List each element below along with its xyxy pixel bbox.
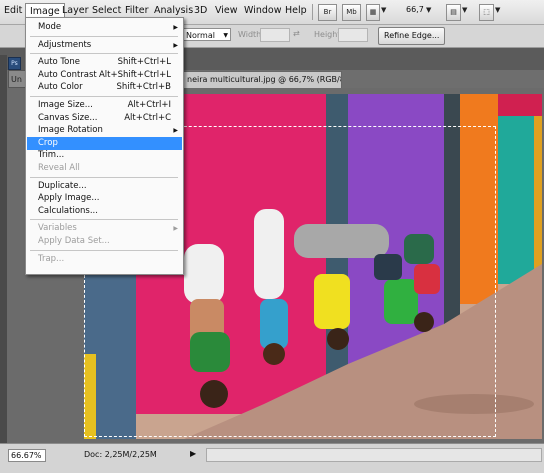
- menu-separator: [30, 219, 178, 221]
- image-menu-dropdown: Mode ▶ Adjustments ▶ Auto Tone Shift+Ctrl+L Au…: [25, 17, 184, 275]
- menu-item-shortcut: Shift+Ctrl+L: [117, 57, 171, 68]
- menu-item-apply-image[interactable]: Apply Image...: [27, 192, 182, 205]
- menu-item-label: Auto Color: [38, 82, 83, 93]
- menu-view[interactable]: View: [215, 5, 238, 16]
- menu-item-label: Trim...: [38, 150, 65, 161]
- menu-item-mode[interactable]: Mode ▶: [27, 21, 182, 34]
- menu-item-label: Image Size...: [38, 100, 93, 110]
- menu-item-auto-tone[interactable]: Auto Tone Shift+Ctrl+L: [27, 56, 182, 69]
- dropdown-arrow-icon[interactable]: ▼: [426, 6, 431, 14]
- menu-item-variables: Variables ▶: [27, 222, 182, 235]
- height-field[interactable]: [338, 28, 368, 42]
- document-size-info: Doc: 2,25M/2,25M: [84, 450, 157, 459]
- screen-mode-icon: ⬚: [483, 8, 490, 16]
- submenu-arrow-icon: ▶: [173, 24, 178, 31]
- screen-mode-button[interactable]: ⬚: [479, 4, 494, 21]
- layout-icon: ▤: [450, 8, 457, 16]
- menu-item-image-rotation[interactable]: Image Rotation ▶: [27, 124, 182, 137]
- dropdown-arrow-icon[interactable]: ▼: [495, 6, 500, 14]
- zoom-level[interactable]: 66,7: [406, 5, 424, 14]
- menu-item-auto-color[interactable]: Auto Color Shift+Ctrl+B: [27, 81, 182, 94]
- tools-panel: [0, 55, 7, 447]
- arrange-documents-button[interactable]: ▤: [446, 4, 461, 21]
- menu-item-label: Trap...: [38, 253, 65, 264]
- menu-item-label: Canvas Size...: [38, 112, 98, 123]
- menu-item-image-size[interactable]: Image Size... Alt+Ctrl+I: [27, 99, 182, 112]
- menu-help[interactable]: Help: [285, 5, 307, 16]
- menu-item-label: Apply Image...: [38, 193, 100, 204]
- document-tab-active[interactable]: neira multicultural.jpg @ 66,7% (RGB/8#)…: [182, 71, 342, 88]
- menu-separator: [30, 176, 178, 178]
- menu-item-label: Duplicate...: [38, 180, 87, 191]
- status-menu-arrow-icon[interactable]: ▶: [190, 449, 196, 458]
- mini-bridge-button[interactable]: Mb: [342, 4, 361, 21]
- grid-icon: ▦: [369, 8, 377, 16]
- menu-item-shortcut: Alt+Ctrl+C: [124, 112, 171, 123]
- dropdown-arrow-icon[interactable]: ▼: [462, 6, 467, 14]
- view-extras-button[interactable]: ▦: [366, 4, 380, 21]
- submenu-arrow-icon: ▶: [173, 41, 178, 49]
- document-tab-title: neira multicultural.jpg @ 66,7% (RGB/8#)…: [187, 75, 341, 84]
- menu-item-shortcut: Shift+Ctrl+B: [116, 82, 171, 93]
- refine-edge-button[interactable]: Refine Edge...: [378, 27, 446, 45]
- menu-separator: [30, 249, 178, 251]
- menu-separator: [30, 96, 178, 97]
- menu-item-label: Reveal All: [38, 163, 80, 173]
- menu-item-shortcut: Alt+Shift+Ctrl+L: [98, 69, 171, 80]
- status-bar: 66.67% Doc: 2,25M/2,25M ▶: [0, 443, 544, 473]
- style-select[interactable]: Normal ▼: [181, 28, 231, 41]
- dropdown-arrow-icon: ▼: [223, 32, 228, 39]
- photoshop-icon: Ps: [8, 57, 21, 70]
- style-select-value: Normal: [186, 31, 215, 40]
- swap-icon[interactable]: ⇄: [293, 29, 300, 38]
- menu-item-label: Auto Tone: [38, 57, 81, 68]
- menu-select[interactable]: Select: [92, 5, 121, 16]
- width-field[interactable]: [260, 28, 290, 42]
- menu-item-duplicate[interactable]: Duplicate...: [27, 180, 182, 193]
- menu-item-adjustments[interactable]: Adjustments ▶: [27, 39, 182, 52]
- status-zoom-field[interactable]: 66.67%: [8, 449, 46, 462]
- menu-separator: [30, 53, 178, 55]
- menu-item-label: Variables: [38, 223, 77, 234]
- menu-item-label: Adjustments: [38, 39, 92, 50]
- menu-item-trap: Trap...: [27, 253, 182, 266]
- menu-item-calculations[interactable]: Calculations...: [27, 205, 182, 218]
- menu-item-label: Calculations...: [38, 205, 98, 216]
- menu-item-apply-data-set: Apply Data Set...: [27, 235, 182, 248]
- submenu-arrow-icon: ▶: [173, 127, 178, 135]
- menu-item-auto-contrast[interactable]: Auto Contrast Alt+Shift+Ctrl+L: [27, 69, 182, 82]
- menu-item-label: Apply Data Set...: [38, 236, 110, 246]
- menu-item-label: Image Rotation: [38, 125, 103, 136]
- menu-item-shortcut: Alt+Ctrl+I: [127, 100, 171, 110]
- menu-layer[interactable]: Layer: [62, 5, 89, 16]
- menu-item-trim[interactable]: Trim...: [27, 149, 182, 162]
- menu-item-label: Crop: [38, 137, 58, 148]
- menu-item-reveal-all: Reveal All: [27, 162, 182, 175]
- menu-separator: [30, 35, 178, 37]
- menu-item-label: Auto Contrast: [38, 69, 97, 80]
- menu-3d[interactable]: 3D: [194, 5, 207, 16]
- menu-edit[interactable]: Edit: [4, 5, 22, 16]
- horizontal-scrollbar[interactable]: [206, 448, 542, 462]
- menu-filter[interactable]: Filter: [125, 5, 149, 16]
- menu-item-label: Mode: [38, 22, 62, 32]
- menu-item-crop[interactable]: Crop: [27, 136, 182, 150]
- toolbar-separator: [312, 4, 313, 20]
- dropdown-arrow-icon[interactable]: ▼: [381, 6, 386, 14]
- menu-analysis[interactable]: Analysis: [154, 5, 193, 16]
- menu-item-canvas-size[interactable]: Canvas Size... Alt+Ctrl+C: [27, 112, 182, 125]
- submenu-arrow-icon: ▶: [173, 225, 178, 233]
- bridge-button[interactable]: Br: [318, 4, 337, 21]
- menu-window[interactable]: Window: [244, 5, 281, 16]
